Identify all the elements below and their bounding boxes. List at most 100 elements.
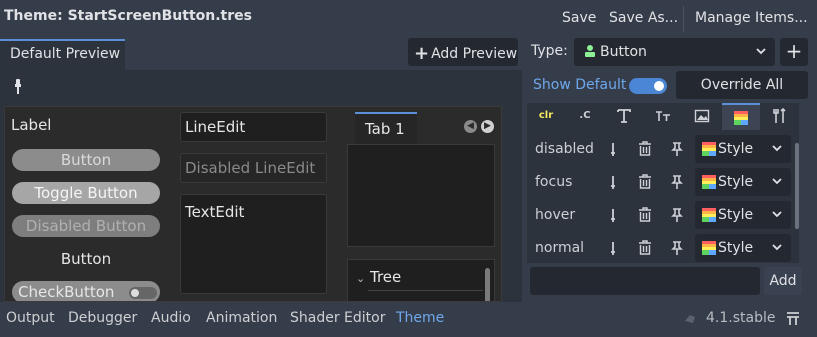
tab-scroll-arrows: ◀ ▶ bbox=[464, 120, 494, 134]
rename-icon[interactable] bbox=[605, 174, 621, 190]
trash-icon[interactable] bbox=[637, 141, 653, 157]
tab-output[interactable]: Output bbox=[6, 310, 55, 326]
stylebox-icon bbox=[702, 208, 716, 222]
pin-icon[interactable] bbox=[669, 240, 685, 256]
chevron-down-icon bbox=[772, 244, 782, 251]
tab-shader-editor[interactable]: Shader Editor bbox=[290, 310, 385, 326]
button-node-icon bbox=[585, 45, 595, 57]
tree-divider bbox=[368, 290, 483, 291]
font-icon bbox=[617, 109, 631, 123]
new-item-name-input[interactable] bbox=[530, 267, 760, 295]
scroll-left-icon[interactable]: ◀ bbox=[464, 120, 477, 133]
data-type-tabs: clr .C bbox=[527, 103, 799, 130]
chevron-down-icon bbox=[772, 211, 782, 218]
chevron-down-icon bbox=[756, 48, 766, 55]
font-size-icon bbox=[656, 111, 670, 121]
stylebox-item-list: disabled Style focus Style hover Style n… bbox=[527, 130, 799, 263]
panel-toggle-icon[interactable] bbox=[785, 311, 801, 327]
rename-icon[interactable] bbox=[605, 207, 621, 223]
list-item: disabled Style bbox=[527, 132, 799, 165]
type-value: Button bbox=[600, 44, 647, 60]
style-dropdown[interactable]: Style bbox=[695, 234, 791, 262]
style-dropdown[interactable]: Style bbox=[695, 168, 791, 196]
picker-icon[interactable] bbox=[12, 79, 24, 95]
style-value: Style bbox=[718, 174, 754, 190]
rename-icon[interactable] bbox=[605, 141, 621, 157]
tab-stylebox[interactable] bbox=[722, 103, 760, 130]
item-name: normal bbox=[535, 240, 585, 256]
preview-text-edit[interactable]: TextEdit bbox=[180, 194, 327, 294]
save-button[interactable]: Save bbox=[562, 10, 596, 26]
tab-font-size[interactable] bbox=[644, 103, 682, 130]
preview-tab-1[interactable]: Tab 1 bbox=[355, 112, 417, 144]
pin-icon[interactable] bbox=[669, 141, 685, 157]
tab-debugger[interactable]: Debugger bbox=[68, 310, 137, 326]
theme-preview-area: Label Button Toggle Button Disabled Butt… bbox=[4, 106, 502, 302]
preview-disabled-button: Disabled Button bbox=[12, 215, 160, 237]
pin-icon[interactable] bbox=[669, 207, 685, 223]
tree-root-label: Tree bbox=[370, 268, 402, 286]
add-preview-button[interactable]: + Add Preview bbox=[408, 38, 518, 66]
item-name: disabled bbox=[535, 141, 594, 157]
add-type-button[interactable]: + bbox=[780, 38, 808, 66]
manage-items-button[interactable]: Manage Items... bbox=[695, 10, 808, 26]
preview-flat-button[interactable]: Button bbox=[12, 248, 160, 270]
item-list-scrollbar[interactable] bbox=[795, 143, 799, 229]
style-value: Style bbox=[718, 141, 754, 157]
list-item: normal Style bbox=[527, 231, 799, 264]
tab-font[interactable] bbox=[605, 103, 643, 130]
preview-line-edit[interactable]: LineEdit bbox=[180, 112, 327, 142]
item-name: hover bbox=[535, 207, 576, 223]
theme-editor-header: Theme: StartScreenButton.tres Save Save … bbox=[0, 0, 817, 36]
stylebox-icon bbox=[734, 111, 748, 125]
stylebox-icon bbox=[702, 175, 716, 189]
type-label: Type: bbox=[531, 43, 568, 59]
trash-icon[interactable] bbox=[637, 207, 653, 223]
plus-icon: + bbox=[414, 43, 430, 64]
bottom-panel-bar: Output Debugger Audio Animation Shader E… bbox=[0, 302, 817, 337]
tab-constant[interactable]: .C bbox=[566, 103, 604, 130]
style-value: Style bbox=[718, 207, 754, 223]
stylebox-icon bbox=[702, 142, 716, 156]
rename-icon[interactable] bbox=[605, 240, 621, 256]
chevron-down-icon bbox=[772, 145, 782, 152]
scroll-right-icon[interactable]: ▶ bbox=[481, 120, 494, 133]
add-item-button[interactable]: Add bbox=[764, 267, 802, 295]
save-as-button[interactable]: Save As... bbox=[609, 10, 678, 26]
tab-default-preview[interactable]: Default Preview bbox=[0, 39, 125, 70]
type-select[interactable]: Button bbox=[574, 38, 775, 66]
preview-button[interactable]: Button bbox=[12, 149, 160, 171]
trash-icon[interactable] bbox=[637, 174, 653, 190]
color-icon: clr bbox=[538, 110, 554, 121]
pin-icon[interactable] bbox=[669, 174, 685, 190]
style-dropdown[interactable]: Style bbox=[695, 135, 791, 163]
version-label: 4.1.stable bbox=[706, 310, 776, 326]
tab-animation[interactable]: Animation bbox=[206, 310, 277, 326]
chevron-down-icon bbox=[772, 178, 782, 185]
header-divider bbox=[683, 6, 684, 32]
override-all-button[interactable]: Override All bbox=[676, 71, 808, 99]
tab-type-variation[interactable] bbox=[761, 103, 799, 130]
tree-expand-icon[interactable]: ⌄ bbox=[356, 272, 365, 285]
item-name: focus bbox=[535, 174, 573, 190]
tree-scrollbar[interactable] bbox=[485, 268, 490, 301]
notification-icon[interactable] bbox=[682, 311, 698, 327]
constant-icon: .C bbox=[579, 110, 591, 121]
trash-icon[interactable] bbox=[637, 240, 653, 256]
style-value: Style bbox=[718, 240, 754, 256]
show-default-toggle[interactable] bbox=[629, 78, 667, 94]
preview-tab-panel bbox=[347, 144, 495, 247]
preview-toggle-button[interactable]: Toggle Button bbox=[12, 182, 160, 204]
preview-tree[interactable]: ⌄ Tree bbox=[347, 259, 495, 301]
preview-disabled-line-edit: Disabled LineEdit bbox=[180, 153, 327, 183]
tab-audio[interactable]: Audio bbox=[151, 310, 191, 326]
tab-color[interactable]: clr bbox=[527, 103, 565, 130]
style-dropdown[interactable]: Style bbox=[695, 201, 791, 229]
stylebox-icon bbox=[702, 241, 716, 255]
add-preview-label: Add Preview bbox=[431, 46, 518, 62]
list-item: focus Style bbox=[527, 165, 799, 198]
tab-theme[interactable]: Theme bbox=[396, 310, 444, 326]
tab-icon[interactable] bbox=[683, 103, 721, 130]
check-button-toggle-icon[interactable] bbox=[129, 287, 157, 299]
image-icon bbox=[694, 109, 710, 123]
